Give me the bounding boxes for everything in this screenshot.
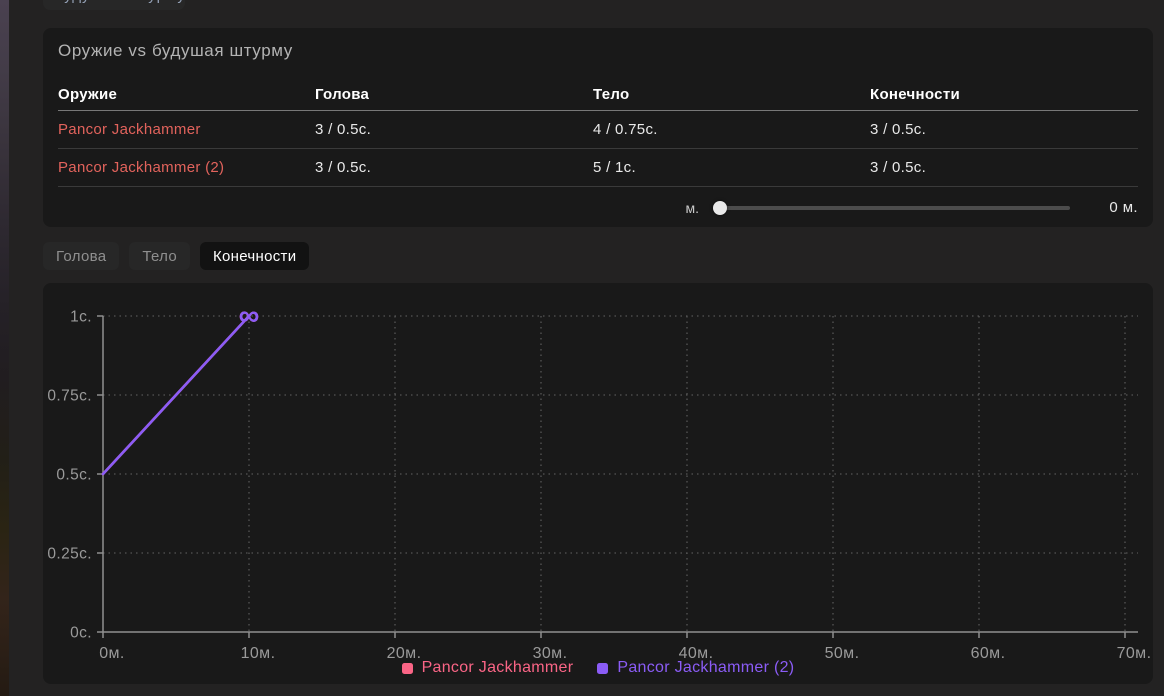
distance-slider[interactable] — [713, 206, 1070, 210]
slider-thumb[interactable] — [713, 201, 727, 215]
tab-limbs[interactable]: Конечности — [200, 242, 309, 270]
distance-slider-row: м. 0 м. — [58, 187, 1138, 228]
legend-item[interactable]: Pancor Jackhammer (2) — [597, 659, 794, 677]
y-tick-label: 1с. — [70, 309, 92, 326]
slider-value: 0 м. — [1102, 199, 1138, 216]
table-row: Pancor Jackhammer 3 / 0.5с. 4 / 0.75с. 3… — [58, 111, 1138, 149]
legend-item[interactable]: Pancor Jackhammer — [402, 659, 574, 677]
weapon-name-link[interactable]: Pancor Jackhammer (2) — [58, 159, 315, 176]
tab-head[interactable]: Голова — [43, 242, 119, 270]
background-image-strip — [0, 0, 9, 696]
table-header-row: Оружие Голова Тело Конечности — [58, 78, 1138, 111]
column-header-body: Тело — [593, 86, 870, 103]
bodypart-tabs: Голова Тело Конечности — [43, 242, 309, 270]
legend-label: Pancor Jackhammer — [422, 659, 574, 677]
slider-unit-label: м. — [685, 200, 699, 216]
y-tick-label: 0.25с. — [47, 546, 92, 563]
clipped-top-control-label: будушая штурму — [55, 0, 185, 4]
tab-body[interactable]: Тело — [129, 242, 190, 270]
panel-title: Оружие vs будушая штурму — [58, 36, 1138, 66]
series-line — [103, 316, 249, 474]
y-tick-label: 0с. — [70, 625, 92, 642]
chart-legend: Pancor Jackhammer Pancor Jackhammer (2) — [43, 659, 1153, 677]
column-header-limbs: Конечности — [870, 86, 1138, 103]
weapon-name-link[interactable]: Pancor Jackhammer — [58, 121, 315, 138]
body-stat-cell: 5 / 1с. — [593, 159, 870, 176]
column-header-weapon: Оружие — [58, 86, 315, 103]
head-stat-cell: 3 / 0.5с. — [315, 121, 593, 138]
legend-label: Pancor Jackhammer (2) — [617, 659, 794, 677]
table-row: Pancor Jackhammer (2) 3 / 0.5с. 5 / 1с. … — [58, 149, 1138, 187]
head-stat-cell: 3 / 0.5с. — [315, 159, 593, 176]
legend-swatch-icon — [597, 663, 608, 674]
column-header-head: Голова — [315, 86, 593, 103]
limbs-stat-cell: 3 / 0.5с. — [870, 121, 1138, 138]
infinity-marker: ∞ — [239, 300, 260, 332]
y-tick-label: 0.75с. — [47, 388, 92, 405]
body-stat-cell: 4 / 0.75с. — [593, 121, 870, 138]
y-tick-label: 0.5с. — [56, 467, 92, 484]
clipped-top-control[interactable]: будушая штурму — [43, 0, 185, 10]
legend-swatch-icon — [402, 663, 413, 674]
ttk-chart: 0с.0.25с.0.5с.0.75с.1с.0м.10м.20м.30м.40… — [43, 283, 1153, 684]
ttk-chart-panel: 0с.0.25с.0.5с.0.75с.1с.0м.10м.20м.30м.40… — [43, 283, 1153, 684]
limbs-stat-cell: 3 / 0.5с. — [870, 159, 1138, 176]
comparison-panel: Оружие vs будушая штурму Оружие Голова Т… — [43, 28, 1153, 227]
